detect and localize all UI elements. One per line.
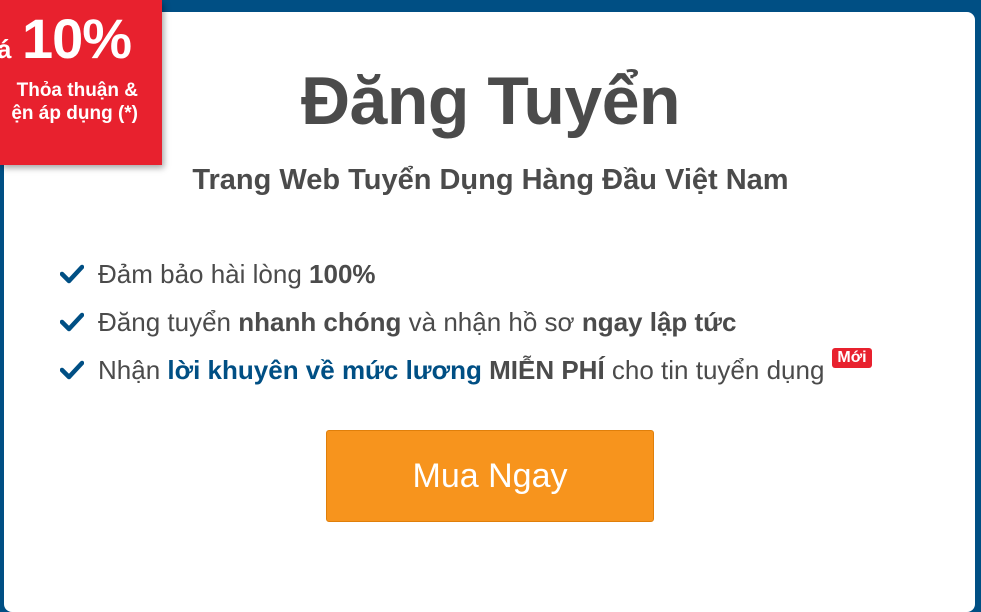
feature-text-part: Đăng tuyển [98, 306, 239, 337]
check-icon [60, 360, 84, 380]
feature-text: Đăng tuyển nhanh chóng và nhận hồ sơ nga… [98, 307, 736, 338]
feature-text-part: Nhận [98, 354, 168, 385]
page-subtitle: Trang Web Tuyển Dụng Hàng Đầu Việt Nam [192, 164, 789, 196]
discount-percent: 10% [22, 7, 132, 70]
feature-item-salary-advice: Nhận lời khuyên về mức lương MIỄN PHÍ ch… [60, 346, 872, 394]
feature-item-fast-posting: Đăng tuyển nhanh chóng và nhận hồ sơ nga… [60, 298, 872, 346]
feature-text: Nhận lời khuyên về mức lương MIỄN PHÍ ch… [98, 355, 824, 386]
feature-item-satisfaction: Đảm bảo hài lòng 100% [60, 250, 872, 298]
feature-text-bold: 100% [309, 258, 376, 289]
feature-text-part: và nhận hồ sơ [401, 306, 582, 337]
feature-text-part: cho tin tuyển dụng [604, 354, 825, 385]
check-icon [60, 312, 84, 332]
discount-terms-line1: Thỏa thuận & [16, 80, 138, 101]
salary-advice-link[interactable]: lời khuyên về mức lương [167, 355, 481, 385]
feature-text-bold: nhanh chóng [238, 306, 402, 337]
new-badge: Mới [832, 348, 872, 368]
discount-prefix: á [0, 34, 12, 64]
feature-text-part: Đảm bảo hài lòng [98, 258, 310, 289]
check-icon [60, 264, 84, 284]
buy-now-button[interactable]: Mua Ngay [326, 430, 654, 522]
discount-terms-line2: ện áp dụng (*) [11, 103, 138, 124]
feature-list: Đảm bảo hài lòng 100% Đăng tuyển nhanh c… [60, 250, 872, 394]
feature-text: Đảm bảo hài lòng 100% [98, 259, 376, 290]
discount-badge: á 10% Thỏa thuận & ện áp dụng (*) [0, 0, 162, 165]
feature-text-bold: MIỄN PHÍ [489, 354, 605, 385]
feature-text-bold: ngay lập tức [581, 306, 737, 337]
